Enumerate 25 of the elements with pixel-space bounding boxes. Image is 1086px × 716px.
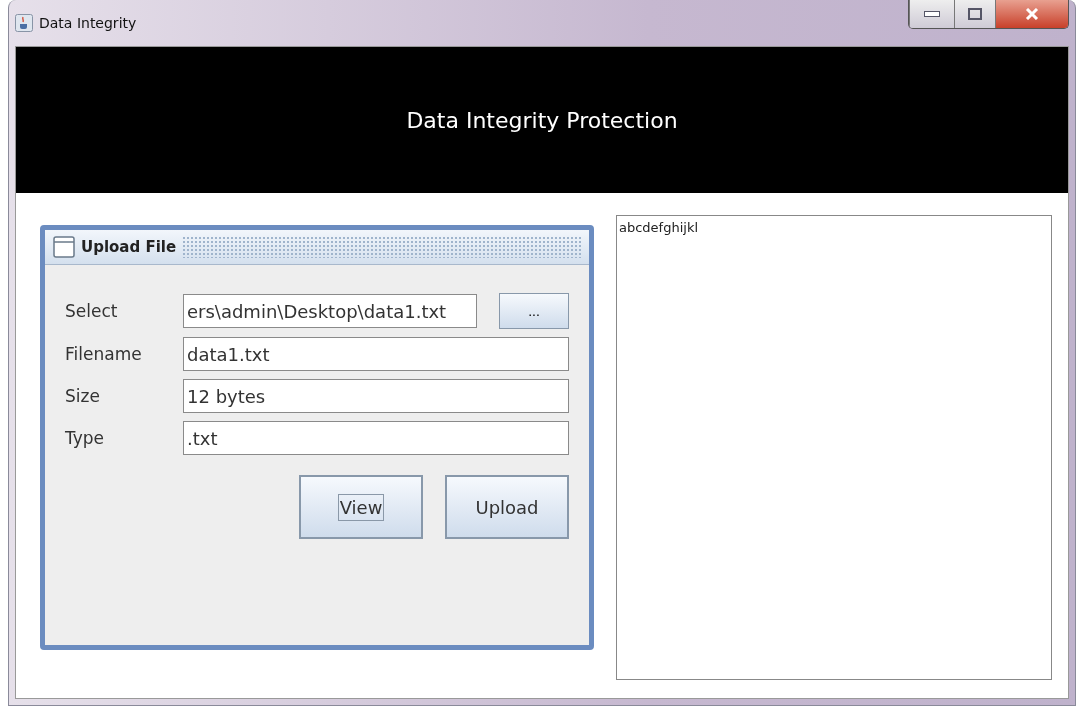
panel-title: Upload File — [81, 238, 177, 256]
view-button[interactable]: View — [299, 475, 423, 539]
field-label: Select — [65, 301, 119, 321]
maximize-button[interactable] — [954, 0, 995, 28]
minimize-icon — [924, 11, 940, 17]
close-button[interactable] — [995, 0, 1068, 28]
window-icon — [53, 236, 75, 258]
field-label: Filename — [65, 344, 143, 364]
browse-button[interactable]: ... — [499, 293, 569, 329]
focus-outline: Upload — [474, 495, 540, 520]
window-title: Data Integrity — [39, 15, 137, 31]
input-field[interactable]: ers\admin\Desktop\data1.txt — [183, 294, 477, 328]
field-label: Size — [65, 386, 101, 406]
minimize-button[interactable] — [909, 0, 954, 28]
coffee-cup-icon — [15, 14, 33, 32]
banner-title: Data Integrity Protection — [406, 107, 678, 133]
close-icon — [1025, 8, 1039, 20]
upload-button[interactable]: Upload — [445, 475, 569, 539]
input-field[interactable]: .txt — [183, 421, 569, 455]
input-field[interactable]: 12 bytes — [183, 379, 569, 413]
input-field[interactable]: data1.txt — [183, 337, 569, 371]
maximize-icon — [968, 8, 982, 20]
focus-outline: View — [337, 493, 385, 521]
text-area[interactable]: abcdefghijkl — [616, 215, 1052, 680]
field-label: Type — [65, 428, 106, 448]
